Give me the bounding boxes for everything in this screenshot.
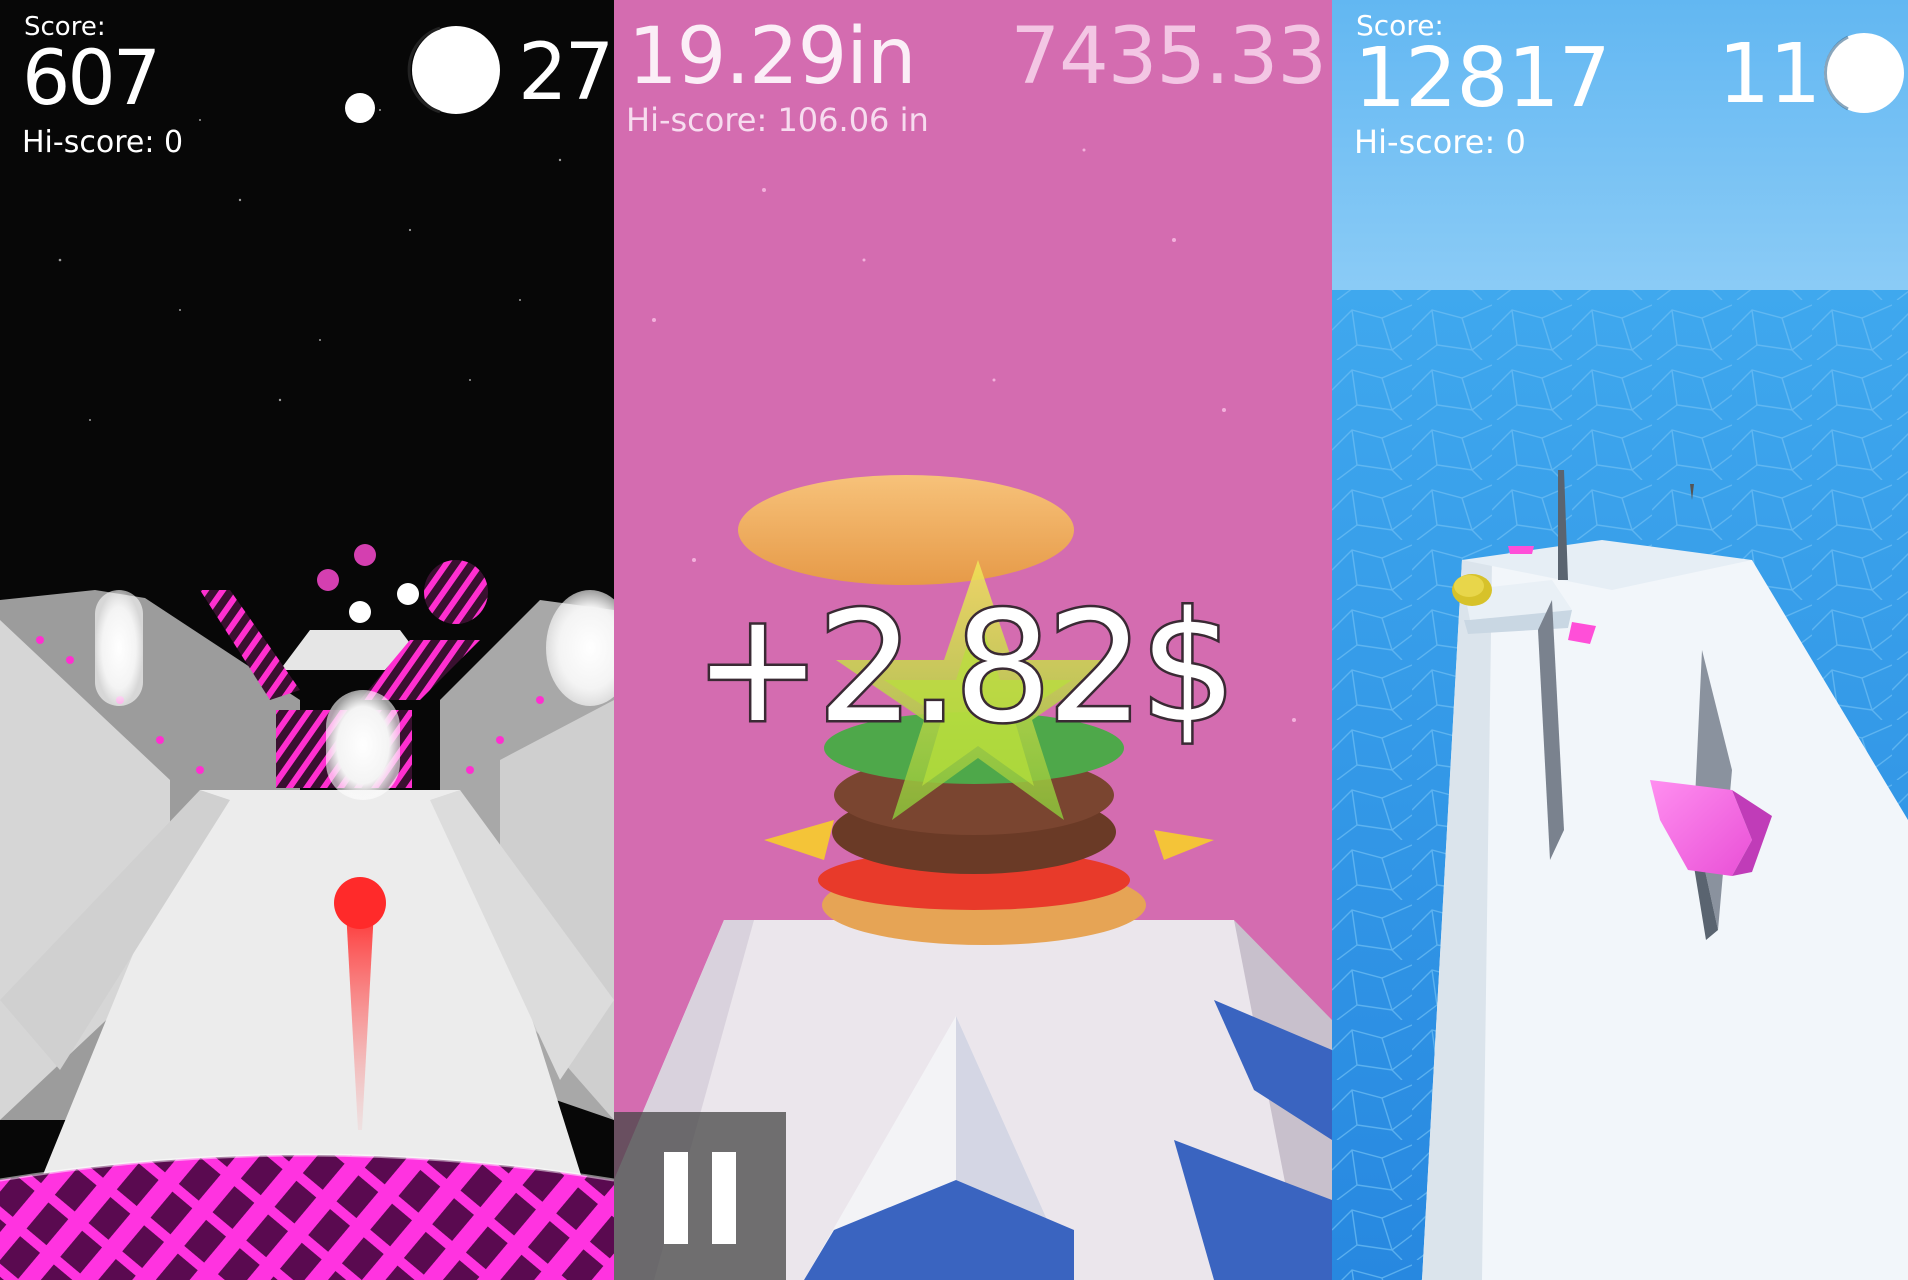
game-panel-ocean-runner[interactable]: Score: 12817 Hi-score: 0 11 [1332,0,1908,1280]
hiscore-text: Hi-score: 106.06 in [626,101,929,139]
game-scene [1332,0,1908,1280]
hiscore-text: Hi-score: 0 [22,125,184,160]
ball-counter-icon [1824,33,1904,113]
pause-button[interactable] [614,1112,786,1280]
height-value: 19.29in [628,12,916,102]
ball-counter-icon [345,26,500,123]
money-value: 7435.33 [1010,12,1327,102]
ball-count: 11 [1718,27,1821,122]
game-scene [0,109,614,1280]
score-value: 607 [22,33,161,122]
ball-count: 27 [518,28,614,118]
hiscore-text: Hi-score: 0 [1354,123,1526,161]
game-panel-space-runner[interactable]: Score: 607 Hi-score: 0 27 [0,0,614,1280]
bonus-popup: +2.82$ [692,579,1240,756]
game-panel-burger-stack[interactable]: 19.29in 7435.33 Hi-score: 106.06 in +2.8… [614,0,1332,1280]
score-value: 12817 [1354,31,1611,126]
